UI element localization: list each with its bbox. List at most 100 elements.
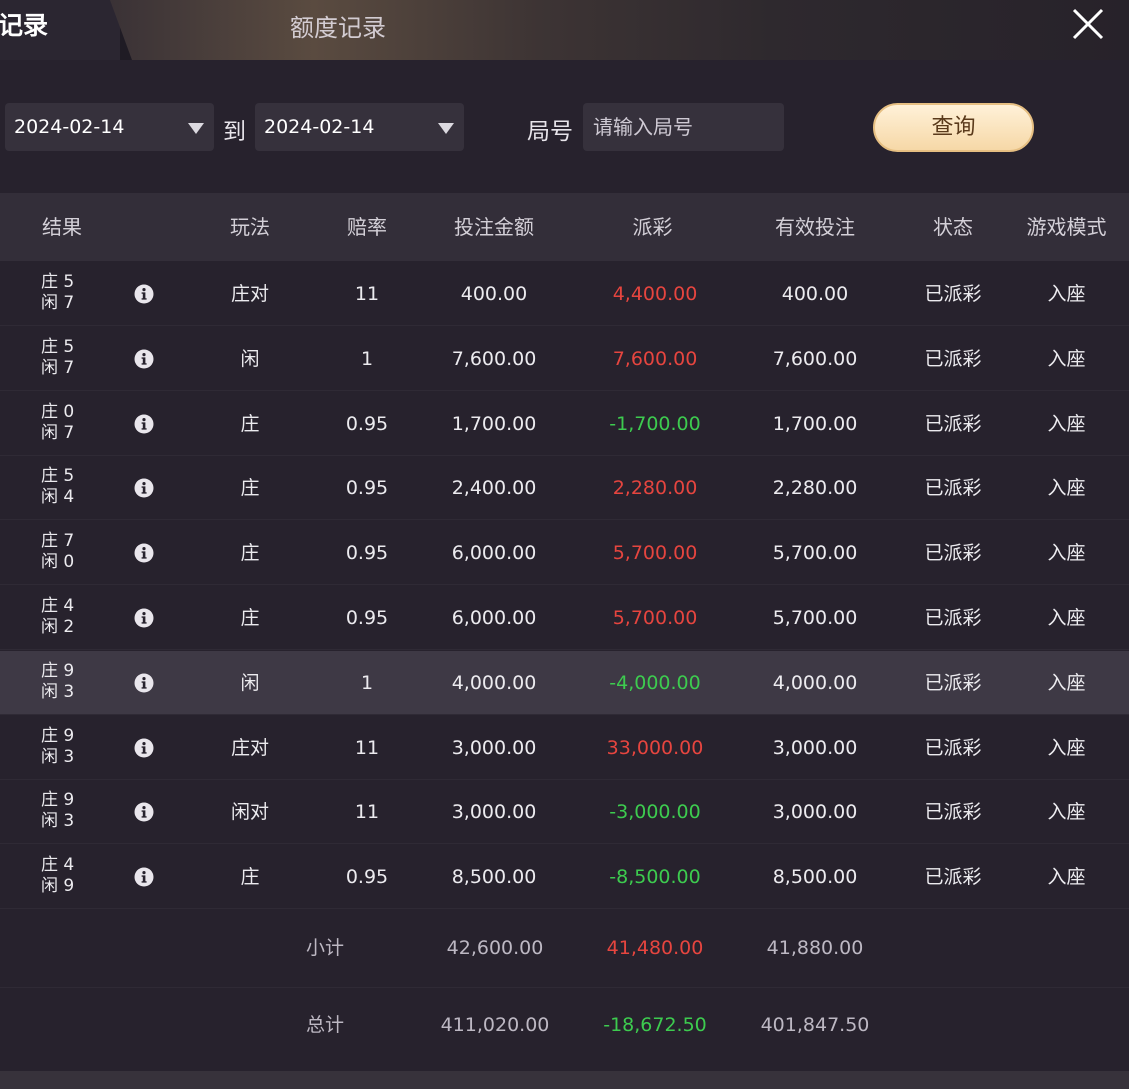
result-banker: 庄 5 — [41, 466, 75, 487]
tab-credit-record[interactable]: 额度记录 — [110, 0, 1129, 60]
query-button[interactable]: 查询 — [873, 103, 1034, 152]
table-row[interactable]: 庄 9闲 3 庄对 11 3,000.00 33,000.00 3,000.00 已派彩 入座 — [0, 716, 1129, 780]
info-icon[interactable] — [134, 673, 154, 693]
cell-payout: -8,500.00 — [609, 866, 701, 889]
cell-bet-type: 庄 — [240, 866, 260, 889]
result-player: 闲 7 — [41, 422, 75, 443]
scrollbar-track[interactable] — [0, 1071, 1129, 1089]
subtotal-valid: 41,880.00 — [766, 937, 864, 959]
cell-bet-type: 闲对 — [230, 801, 269, 824]
cell-valid-bet: 3,000.00 — [772, 801, 858, 824]
total-row: 总计 411,020.00 -18,672.50 401,847.50 — [0, 987, 1129, 1064]
cell-odds: 11 — [354, 283, 380, 305]
cell-game-mode: 入座 — [1047, 477, 1086, 500]
table-row[interactable]: 庄 0闲 7 庄 0.95 1,700.00 -1,700.00 1,700.00 已派彩 入… — [0, 392, 1129, 456]
result-player: 闲 3 — [41, 681, 75, 702]
table-row[interactable]: 庄 7闲 0 庄 0.95 6,000.00 5,700.00 5,700.00 已派彩 入座 — [0, 521, 1129, 586]
info-icon[interactable] — [134, 738, 154, 758]
cell-payout: 4,400.00 — [612, 283, 698, 305]
total-valid: 401,847.50 — [760, 1014, 870, 1036]
table-header: 结果 玩法 赔率 投注金额 派彩 有效投注 状态 游戏模式 — [0, 193, 1129, 261]
cell-game-mode: 入座 — [1047, 347, 1086, 370]
column-header-game-mode: 游戏模式 — [1026, 215, 1107, 239]
table-row[interactable]: 庄 4闲 9 庄 0.95 8,500.00 -8,500.00 8,500.00 已派彩 入… — [0, 845, 1129, 910]
start-date-select[interactable]: 2024-02-14 — [5, 103, 214, 151]
cell-valid-bet: 5,700.00 — [772, 542, 858, 565]
cell-status: 已派彩 — [924, 607, 982, 629]
cell-bet-type: 庄对 — [230, 736, 269, 759]
column-header-valid-bet: 有效投注 — [775, 215, 855, 239]
info-icon[interactable] — [134, 284, 154, 304]
info-icon[interactable] — [134, 608, 154, 628]
cell-valid-bet: 400.00 — [781, 283, 849, 305]
tab-record-label: 记录 — [0, 11, 49, 40]
cell-odds: 0.95 — [345, 866, 389, 889]
cell-status: 已派彩 — [924, 347, 982, 370]
result-banker: 庄 0 — [41, 401, 75, 422]
info-icon[interactable] — [134, 414, 154, 434]
cell-odds: 0.95 — [345, 412, 389, 435]
cell-game-mode: 入座 — [1047, 412, 1086, 435]
cell-status: 已派彩 — [924, 671, 982, 694]
info-icon[interactable] — [134, 802, 154, 822]
cell-valid-bet: 8,500.00 — [772, 866, 858, 889]
cell-result: 庄 5闲 4 — [41, 466, 101, 508]
cell-bet-type: 庄 — [240, 607, 260, 629]
table-row[interactable]: 庄 5闲 7 闲 1 7,600.00 7,600.00 7,600.00 已派彩 入座 — [0, 327, 1129, 391]
subtotal-amount: 42,600.00 — [446, 937, 544, 959]
info-icon[interactable] — [134, 349, 154, 369]
cell-bet-type: 闲 — [240, 347, 260, 370]
cell-amount: 3,000.00 — [451, 801, 537, 824]
end-date-select[interactable]: 2024-02-14 — [255, 103, 464, 151]
cell-status: 已派彩 — [924, 412, 982, 435]
cell-game-mode: 入座 — [1047, 736, 1086, 759]
cell-amount: 400.00 — [460, 283, 528, 305]
table-row[interactable]: 庄 5闲 4 庄 0.95 2,400.00 2,280.00 2,280.00 已派彩 入座 — [0, 456, 1129, 521]
column-header-bet-type: 玩法 — [230, 215, 270, 239]
cell-game-mode: 入座 — [1047, 283, 1086, 305]
round-input[interactable] — [583, 103, 784, 151]
table-row[interactable]: 庄 9闲 3 闲对 11 3,000.00 -3,000.00 3,000.00 已派彩 入座 — [0, 780, 1129, 845]
subtotal-row: 小计 42,600.00 41,480.00 41,880.00 — [0, 910, 1129, 988]
cell-amount: 3,000.00 — [451, 736, 537, 759]
result-player: 闲 3 — [41, 746, 75, 767]
cell-result: 庄 5闲 7 — [41, 272, 101, 314]
result-banker: 庄 9 — [41, 725, 75, 746]
cell-status: 已派彩 — [924, 866, 982, 889]
table-row[interactable]: 庄 9闲 3 闲 1 4,000.00 -4,000.00 4,000.00 已派彩 入座 — [0, 650, 1129, 715]
cell-result: 庄 5闲 7 — [41, 337, 101, 379]
cell-odds: 1 — [360, 347, 374, 370]
result-player: 闲 0 — [41, 552, 75, 573]
info-icon[interactable] — [134, 867, 154, 887]
close-button[interactable] — [1068, 4, 1108, 44]
subtotal-payout: 41,480.00 — [606, 937, 704, 959]
cell-game-mode: 入座 — [1047, 607, 1086, 629]
result-banker: 庄 4 — [41, 855, 75, 876]
cell-payout: -1,700.00 — [609, 412, 701, 435]
cell-payout: -3,000.00 — [609, 801, 701, 824]
info-icon[interactable] — [134, 543, 154, 563]
table-row[interactable]: 庄 5闲 7 庄对 11 400.00 4,400.00 400.00 已派彩 入座 — [0, 262, 1129, 326]
cell-result: 庄 9闲 3 — [41, 726, 101, 768]
cell-result: 庄 0闲 7 — [41, 402, 101, 444]
cell-valid-bet: 3,000.00 — [772, 736, 858, 759]
column-header-payout: 派彩 — [632, 215, 673, 239]
tab-record[interactable]: 记录 — [0, 0, 120, 60]
table-row[interactable]: 庄 4闲 2 庄 0.95 6,000.00 5,700.00 5,700.00 已派彩 入座 — [0, 586, 1129, 650]
close-icon — [1072, 8, 1104, 40]
result-player: 闲 2 — [41, 617, 75, 637]
cell-game-mode: 入座 — [1047, 542, 1086, 565]
cell-amount: 7,600.00 — [451, 347, 537, 370]
cell-bet-type: 庄 — [240, 412, 260, 435]
cell-bet-type: 庄对 — [230, 283, 269, 305]
cell-game-mode: 入座 — [1047, 671, 1086, 694]
result-player: 闲 7 — [41, 357, 75, 378]
cell-result: 庄 7闲 0 — [41, 531, 101, 573]
cell-amount: 1,700.00 — [451, 412, 537, 435]
info-icon[interactable] — [134, 478, 154, 498]
result-banker: 庄 7 — [41, 531, 75, 552]
result-banker: 庄 5 — [41, 272, 75, 292]
cell-payout: 7,600.00 — [612, 347, 698, 370]
column-header-odds: 赔率 — [347, 215, 387, 239]
cell-payout: 2,280.00 — [612, 477, 698, 500]
